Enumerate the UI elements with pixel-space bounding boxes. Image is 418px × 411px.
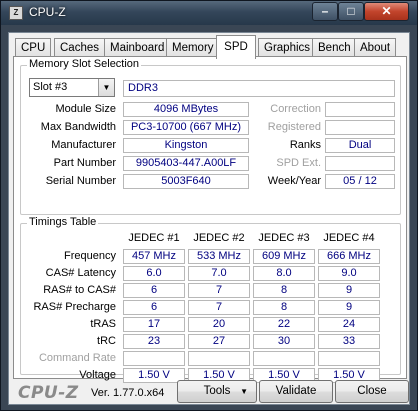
tab-about[interactable]: About: [354, 38, 397, 58]
timing-cell: 6: [123, 283, 185, 298]
column-header: JEDEC #4: [323, 232, 375, 244]
spd-ext-label: SPD Ext.: [276, 157, 321, 169]
serial-number-value: 5003F640: [123, 174, 249, 189]
timing-cell: 1.50 V: [123, 368, 185, 383]
tab-memory[interactable]: Memory: [166, 38, 220, 58]
client-area: CPU Caches Mainboard Memory SPD Graphics…: [8, 32, 410, 405]
slot-select-value: Slot #3: [33, 81, 68, 93]
memory-type-value: DDR3: [123, 80, 395, 97]
spd-panel: Memory Slot Selection Slot #3 ▼ DDR3 Mod…: [13, 56, 407, 383]
timing-cell: 8: [253, 283, 315, 298]
ranks-label: Ranks: [289, 139, 321, 151]
timing-cell: 23: [123, 334, 185, 349]
max-bandwidth-value: PC3-10700 (667 MHz): [123, 120, 249, 135]
module-size-label: Module Size: [55, 103, 116, 115]
serial-number-label: Serial Number: [45, 175, 116, 187]
timing-cell: 8: [253, 300, 315, 315]
timing-cell: 33: [318, 334, 380, 349]
timing-cell: 8.0: [253, 266, 315, 281]
timing-cell: 609 MHz: [253, 249, 315, 264]
title-bar[interactable]: Z CPU-Z – □ ✕: [1, 1, 417, 25]
timing-cell: [253, 351, 315, 366]
column-header: JEDEC #3: [258, 232, 310, 244]
timing-cell: 7: [188, 300, 250, 315]
registered-value: [325, 120, 395, 135]
timing-cell: 6: [123, 300, 185, 315]
week-year-value: 05 / 12: [325, 174, 395, 189]
timings-group: Timings Table JEDEC #1 JEDEC #2 JEDEC #3…: [20, 216, 401, 383]
manufacturer-label: Manufacturer: [51, 139, 116, 151]
memory-slot-group-title: Memory Slot Selection: [27, 58, 142, 70]
timing-row-label: Command Rate: [38, 352, 116, 364]
column-header: JEDEC #1: [128, 232, 180, 244]
chevron-down-icon: ▼: [240, 387, 248, 396]
cpuz-window: Z CPU-Z – □ ✕ CPU Caches Mainboard Memor…: [0, 0, 418, 411]
timing-cell: 17: [123, 317, 185, 332]
max-bandwidth-label: Max Bandwidth: [40, 121, 116, 133]
tab-cpu[interactable]: CPU: [15, 38, 52, 58]
timing-cell: [318, 351, 380, 366]
timing-cell: [188, 351, 250, 366]
spd-ext-value: [325, 156, 395, 171]
tab-spd[interactable]: SPD: [216, 35, 256, 59]
timings-group-title: Timings Table: [27, 216, 99, 228]
app-icon: Z: [9, 6, 23, 20]
maximize-icon: □: [347, 4, 355, 18]
correction-value: [325, 102, 395, 117]
registered-label: Registered: [267, 121, 321, 133]
timing-cell: 7.0: [188, 266, 250, 281]
timing-cell: 457 MHz: [123, 249, 185, 264]
close-icon: ✕: [381, 4, 392, 18]
tab-graphics[interactable]: Graphics: [258, 38, 317, 58]
close-button[interactable]: Close: [335, 380, 409, 403]
timing-cell: 6.0: [123, 266, 185, 281]
chevron-down-icon[interactable]: ▼: [98, 79, 114, 96]
tab-mainboard[interactable]: Mainboard: [104, 38, 171, 58]
timing-cell: 9.0: [318, 266, 380, 281]
memory-slot-group: Memory Slot Selection Slot #3 ▼ DDR3 Mod…: [20, 58, 401, 215]
manufacturer-value: Kingston: [123, 138, 249, 153]
timing-row-label: RAS# Precharge: [33, 301, 116, 313]
timing-row-label: Frequency: [64, 250, 116, 262]
ranks-value: Dual: [325, 138, 395, 153]
correction-label: Correction: [270, 103, 321, 115]
timing-row-label: tRAS: [90, 318, 116, 330]
timing-cell: 24: [318, 317, 380, 332]
validate-button[interactable]: Validate: [259, 380, 333, 403]
column-header: JEDEC #2: [193, 232, 245, 244]
timing-row-label: CAS# Latency: [45, 267, 116, 279]
cpuz-logo: CPU-Z: [18, 383, 79, 403]
close-window-button[interactable]: ✕: [364, 2, 409, 21]
timing-cell: 9: [318, 300, 380, 315]
tab-caches[interactable]: Caches: [54, 38, 105, 58]
part-number-value: 9905403-447.A00LF: [123, 156, 249, 171]
timing-cell: 30: [253, 334, 315, 349]
timing-cell: [123, 351, 185, 366]
timing-cell: 666 MHz: [318, 249, 380, 264]
minimize-icon: –: [321, 4, 329, 18]
timing-row-label: RAS# to CAS#: [43, 284, 116, 296]
tab-bench[interactable]: Bench: [312, 38, 357, 58]
timing-cell: 533 MHz: [188, 249, 250, 264]
tools-button[interactable]: Tools ▼: [177, 380, 257, 403]
timing-cell: 22: [253, 317, 315, 332]
week-year-label: Week/Year: [267, 175, 321, 187]
timing-cell: 27: [188, 334, 250, 349]
slot-select[interactable]: Slot #3 ▼: [29, 78, 115, 97]
part-number-label: Part Number: [53, 157, 116, 169]
maximize-button[interactable]: □: [338, 2, 364, 21]
timing-cell: 7: [188, 283, 250, 298]
tools-button-label: Tools: [203, 385, 231, 397]
tab-strip: CPU Caches Mainboard Memory SPD Graphics…: [9, 35, 411, 59]
window-title: CPU-Z: [29, 5, 66, 19]
timing-cell: 20: [188, 317, 250, 332]
minimize-button[interactable]: –: [312, 2, 338, 21]
timing-row-label: tRC: [97, 335, 116, 347]
timing-row-label: Voltage: [79, 369, 116, 381]
module-size-value: 4096 MBytes: [123, 102, 249, 117]
version-label: Ver. 1.77.0.x64: [91, 387, 165, 399]
timing-cell: 9: [318, 283, 380, 298]
